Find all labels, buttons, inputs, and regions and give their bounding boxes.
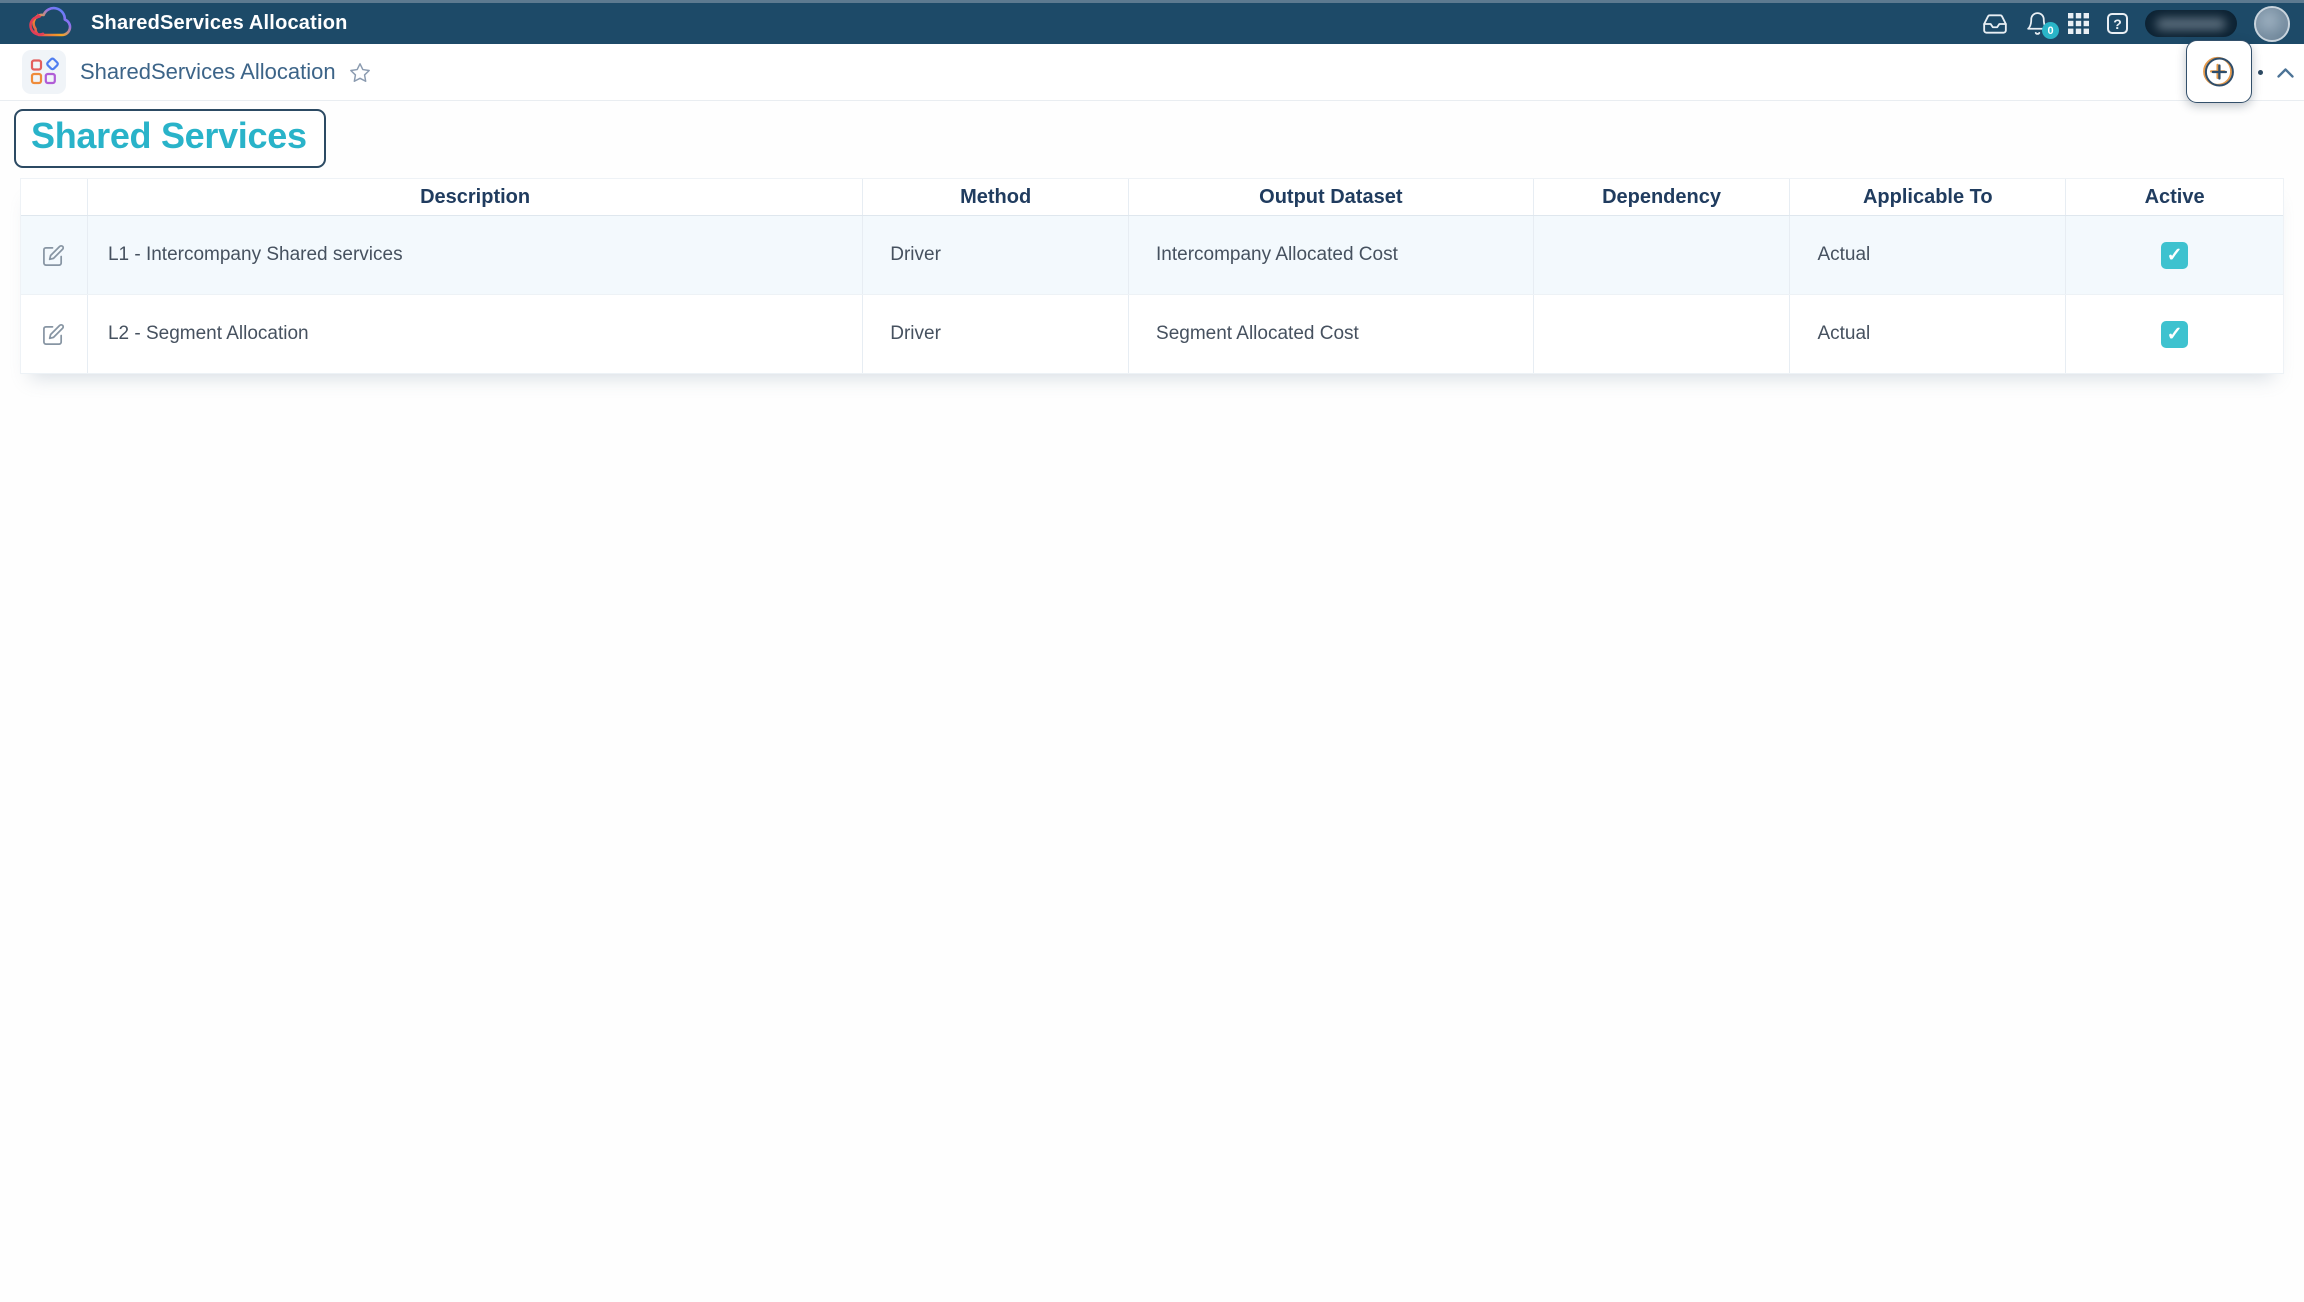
table-row: L1 - Intercompany Shared services Driver… bbox=[21, 216, 2283, 295]
add-circle-icon bbox=[2199, 52, 2239, 92]
active-checkbox[interactable] bbox=[2161, 321, 2188, 348]
app-grid-icon[interactable] bbox=[2067, 12, 2090, 35]
header-actions bbox=[21, 179, 88, 215]
edit-icon[interactable] bbox=[42, 323, 65, 346]
cell-method: Driver bbox=[863, 295, 1129, 373]
avatar[interactable] bbox=[2254, 6, 2290, 42]
help-icon[interactable]: ? bbox=[2107, 13, 2128, 34]
cell-output-dataset: Segment Allocated Cost bbox=[1129, 295, 1534, 373]
notifications-bell-icon[interactable]: 0 bbox=[2025, 11, 2050, 36]
breadcrumb-bar: SharedServices Allocation bbox=[0, 44, 2304, 101]
cell-applicable-to: Actual bbox=[1790, 295, 2066, 373]
page-title: Shared Services bbox=[14, 109, 326, 168]
app-tile-icon bbox=[22, 50, 66, 94]
cell-dependency bbox=[1534, 295, 1791, 373]
app-title: SharedServices Allocation bbox=[91, 12, 348, 35]
table-header-row: Description Method Output Dataset Depend… bbox=[21, 179, 2283, 216]
header-applicable-to: Applicable To bbox=[1790, 179, 2066, 215]
inbox-icon[interactable] bbox=[1982, 11, 2008, 37]
cell-description: L2 - Segment Allocation bbox=[88, 295, 863, 373]
allocation-rules-table: Description Method Output Dataset Depend… bbox=[20, 178, 2284, 374]
header-output-dataset: Output Dataset bbox=[1129, 179, 1534, 215]
cell-method: Driver bbox=[863, 216, 1129, 294]
cell-description: L1 - Intercompany Shared services bbox=[88, 216, 863, 294]
header-description: Description bbox=[88, 179, 863, 215]
edit-icon[interactable] bbox=[42, 244, 65, 267]
cell-applicable-to: Actual bbox=[1790, 216, 2066, 294]
page-content: Shared Services Description Method Outpu… bbox=[0, 101, 2304, 1302]
favorite-star-icon[interactable] bbox=[349, 62, 371, 84]
table-row: L2 - Segment Allocation Driver Segment A… bbox=[21, 295, 2283, 374]
cell-dependency bbox=[1534, 216, 1791, 294]
header-active: Active bbox=[2066, 179, 2283, 215]
brand-cloud-logo-icon bbox=[26, 5, 74, 42]
collapse-chevron-icon[interactable] bbox=[2276, 66, 2295, 79]
header-method: Method bbox=[863, 179, 1129, 215]
active-checkbox[interactable] bbox=[2161, 242, 2188, 269]
menu-dot[interactable] bbox=[2258, 70, 2263, 75]
top-app-bar: SharedServices Allocation 0 ? bbox=[0, 0, 2304, 44]
cell-output-dataset: Intercompany Allocated Cost bbox=[1129, 216, 1534, 294]
notification-badge: 0 bbox=[2042, 22, 2059, 39]
add-button[interactable] bbox=[2186, 40, 2252, 103]
user-name-pill[interactable] bbox=[2145, 10, 2237, 37]
header-dependency: Dependency bbox=[1534, 179, 1791, 215]
breadcrumb: SharedServices Allocation bbox=[80, 59, 336, 85]
